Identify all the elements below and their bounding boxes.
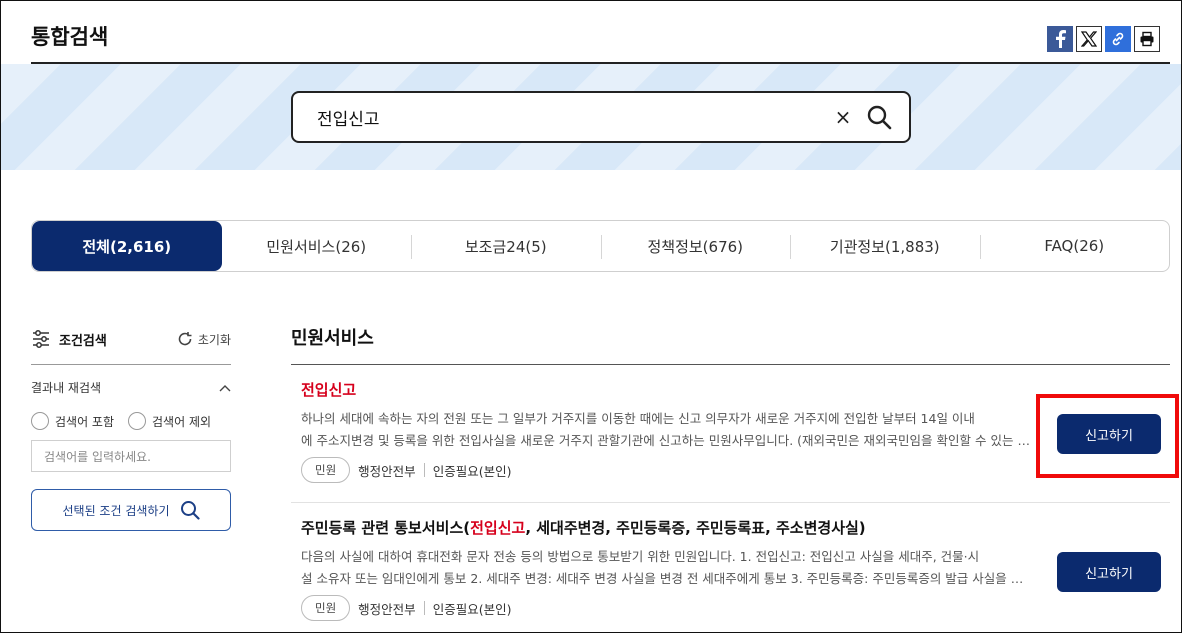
agency-name: 행정안전부	[358, 463, 416, 479]
copy-link-button[interactable]	[1105, 26, 1131, 52]
result-description-line: 에 주소지변경 및 등록을 위한 전입사실을 새로운 거주지 관할기관에 신고하…	[301, 433, 1031, 448]
refine-header[interactable]: 결과내 재검색	[31, 379, 231, 396]
search-band: ×	[1, 64, 1181, 170]
refine-title: 결과내 재검색	[31, 381, 102, 395]
meta-separator	[423, 601, 425, 615]
refine-mode-options: 검색어 포함 검색어 제외	[31, 412, 231, 430]
filter-sliders-icon	[33, 330, 49, 348]
agency-name: 행정안전부	[358, 601, 416, 617]
filter-header: 조건검색 초기화	[31, 323, 231, 355]
x-icon	[1081, 31, 1097, 47]
apply-report-button[interactable]: 신고하기	[1057, 552, 1161, 592]
refine-keyword-input[interactable]: 검색어를 입력하세요.	[31, 440, 231, 472]
close-icon: ×	[834, 105, 852, 129]
link-icon	[1112, 32, 1124, 46]
chevron-up-icon	[219, 384, 231, 391]
clear-search-button[interactable]: ×	[833, 107, 853, 127]
tab-agency-info[interactable]: 기관정보(1,883)	[790, 221, 980, 271]
section-title: 민원서비스	[291, 328, 374, 349]
sidebar-divider	[31, 364, 231, 365]
result-description-line: 하나의 세대에 속하는 자의 전원 또는 그 일부가 거주지를 이동한 때에는 …	[301, 411, 975, 426]
page-frame: 통합검색 × 전체(2,616) 민원서비스(26) 보조금24(5)	[0, 0, 1182, 633]
filter-title: 조건검색	[31, 329, 107, 349]
result-title-part: 주민등록 관련 통보서비스(	[301, 519, 471, 537]
result-description-line: 다음의 사실에 대하여 휴대전화 문자 전송 등의 방법으로 통보받기 위한 민…	[301, 549, 980, 564]
result-item: 주민등록 관련 통보서비스(전입신고, 세대주변경, 주민등록증, 주민등록표,…	[291, 517, 1170, 621]
section-divider	[291, 364, 1170, 365]
result-title-part: , 세대주변경, 주민등록증, 주민등록표, 주소변경사실)	[525, 519, 866, 537]
facebook-icon	[1056, 30, 1066, 48]
print-icon	[1140, 31, 1154, 47]
filter-sidebar: 조건검색 초기화 결과내 재검색 검색어 포함 검색어 제외 검색어를 입력하세…	[31, 323, 231, 531]
exclude-keyword-radio[interactable]: 검색어 제외	[128, 412, 211, 430]
include-keyword-label: 검색어 포함	[55, 414, 115, 429]
tab-subsidy24[interactable]: 보조금24(5)	[411, 221, 601, 271]
result-title-highlight: 전입신고	[470, 519, 526, 537]
auth-requirement: 인증필요(본인)	[432, 463, 512, 479]
include-keyword-radio[interactable]: 검색어 포함	[31, 412, 114, 430]
tab-policy-info[interactable]: 정책정보(676)	[600, 221, 791, 271]
refresh-icon	[178, 332, 192, 346]
result-divider	[291, 502, 1170, 503]
result-description-line: 설 소유자 또는 임대인에게 통보 2. 세대주 변경: 세대주 변경 사실을 …	[301, 571, 1031, 586]
exclude-keyword-label: 검색어 제외	[152, 414, 212, 429]
meta-separator	[423, 463, 425, 477]
result-description: 다음의 사실에 대하여 휴대전화 문자 전송 등의 방법으로 통보받기 위한 민…	[291, 546, 1031, 590]
annotation-highlight-box	[1036, 394, 1179, 478]
search-icon	[180, 501, 200, 520]
radio-circle	[31, 412, 49, 430]
page-title: 통합검색	[31, 25, 109, 49]
condition-search-label: 선택된 조건 검색하기	[62, 503, 170, 518]
facebook-share-button[interactable]	[1047, 26, 1073, 52]
radio-circle	[128, 412, 147, 430]
category-chip: 민원	[301, 595, 351, 621]
search-box: ×	[291, 91, 911, 143]
search-button[interactable]	[865, 103, 893, 131]
search-input[interactable]	[317, 107, 833, 127]
tab-civil-service[interactable]: 민원서비스(26)	[222, 221, 412, 271]
share-bar	[1047, 26, 1160, 52]
result-title-link[interactable]: 주민등록 관련 통보서비스(전입신고, 세대주변경, 주민등록증, 주민등록표,…	[291, 517, 1170, 538]
tab-faq[interactable]: FAQ(26)	[979, 221, 1170, 271]
filter-title-label: 조건검색	[59, 333, 107, 349]
search-icon	[867, 105, 892, 130]
auth-requirement: 인증필요(본인)	[432, 601, 512, 617]
x-share-button[interactable]	[1076, 26, 1102, 52]
category-tabs: 전체(2,616) 민원서비스(26) 보조금24(5) 정책정보(676) 기…	[31, 220, 1170, 272]
reset-label: 초기화	[197, 332, 231, 347]
search-selected-conditions-button[interactable]: 선택된 조건 검색하기	[31, 489, 231, 531]
result-meta: 민원 행정안전부 인증필요(본인)	[291, 595, 1170, 621]
result-description: 하나의 세대에 속하는 자의 전원 또는 그 일부가 거주지를 이동한 때에는 …	[291, 408, 1031, 452]
reset-button[interactable]: 초기화	[177, 331, 231, 348]
category-chip: 민원	[301, 457, 351, 483]
print-button[interactable]	[1134, 26, 1160, 52]
tab-all[interactable]: 전체(2,616)	[32, 221, 222, 271]
